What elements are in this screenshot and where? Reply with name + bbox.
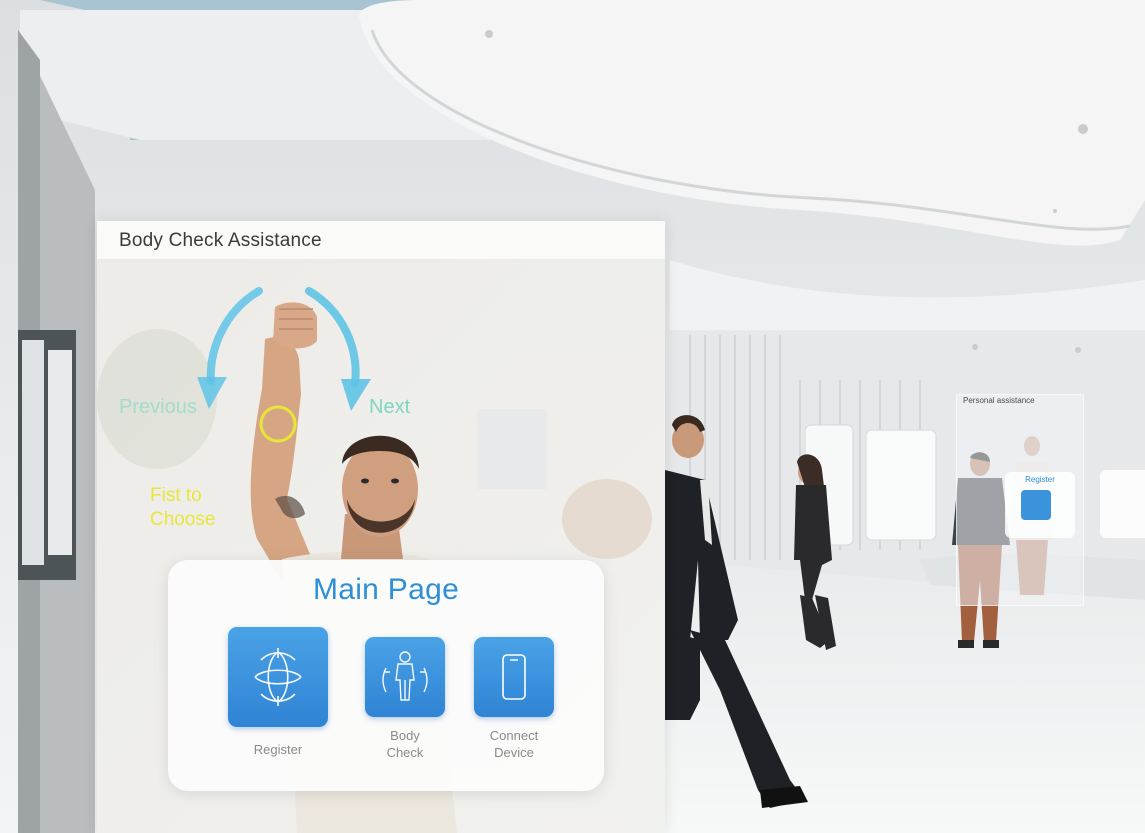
fist-to-choose-label: Fist to Choose [150, 484, 240, 532]
globe-target-icon [254, 648, 302, 706]
body-check-label: Body Check [386, 728, 424, 760]
distant-register-label: Register [1025, 475, 1055, 484]
register-button[interactable]: Register [228, 627, 328, 758]
smartphone-icon [502, 654, 526, 700]
body-check-panel: Body Check Assistance Previous Next Fist… [97, 221, 665, 833]
register-tile[interactable] [228, 627, 328, 727]
distant-side-card [1100, 470, 1145, 538]
main-page-title: Main Page [312, 573, 460, 606]
distant-panel-title: Personal assistance [963, 396, 1035, 405]
distant-main-card: Register [1005, 472, 1075, 538]
panel-title: Body Check Assistance [97, 221, 665, 260]
connect-device-tile[interactable] [474, 637, 554, 717]
body-scan-icon [382, 651, 428, 701]
register-label: Register [253, 742, 303, 757]
body-check-tile[interactable] [365, 637, 445, 717]
connect-device-label: Connect Device [489, 728, 539, 760]
next-gesture-label: Next [369, 396, 411, 418]
main-page-menu: Main Page Register Body Check Connect De… [168, 560, 604, 791]
connect-device-button[interactable]: Connect Device [474, 637, 554, 761]
previous-gesture-label: Previous [119, 396, 197, 418]
distant-register-tile [1021, 490, 1051, 520]
body-check-button[interactable]: Body Check [365, 637, 445, 761]
fist-label-text: Fist to Choose [150, 485, 216, 530]
distant-assistance-panel: Personal assistance Register [956, 394, 1084, 606]
